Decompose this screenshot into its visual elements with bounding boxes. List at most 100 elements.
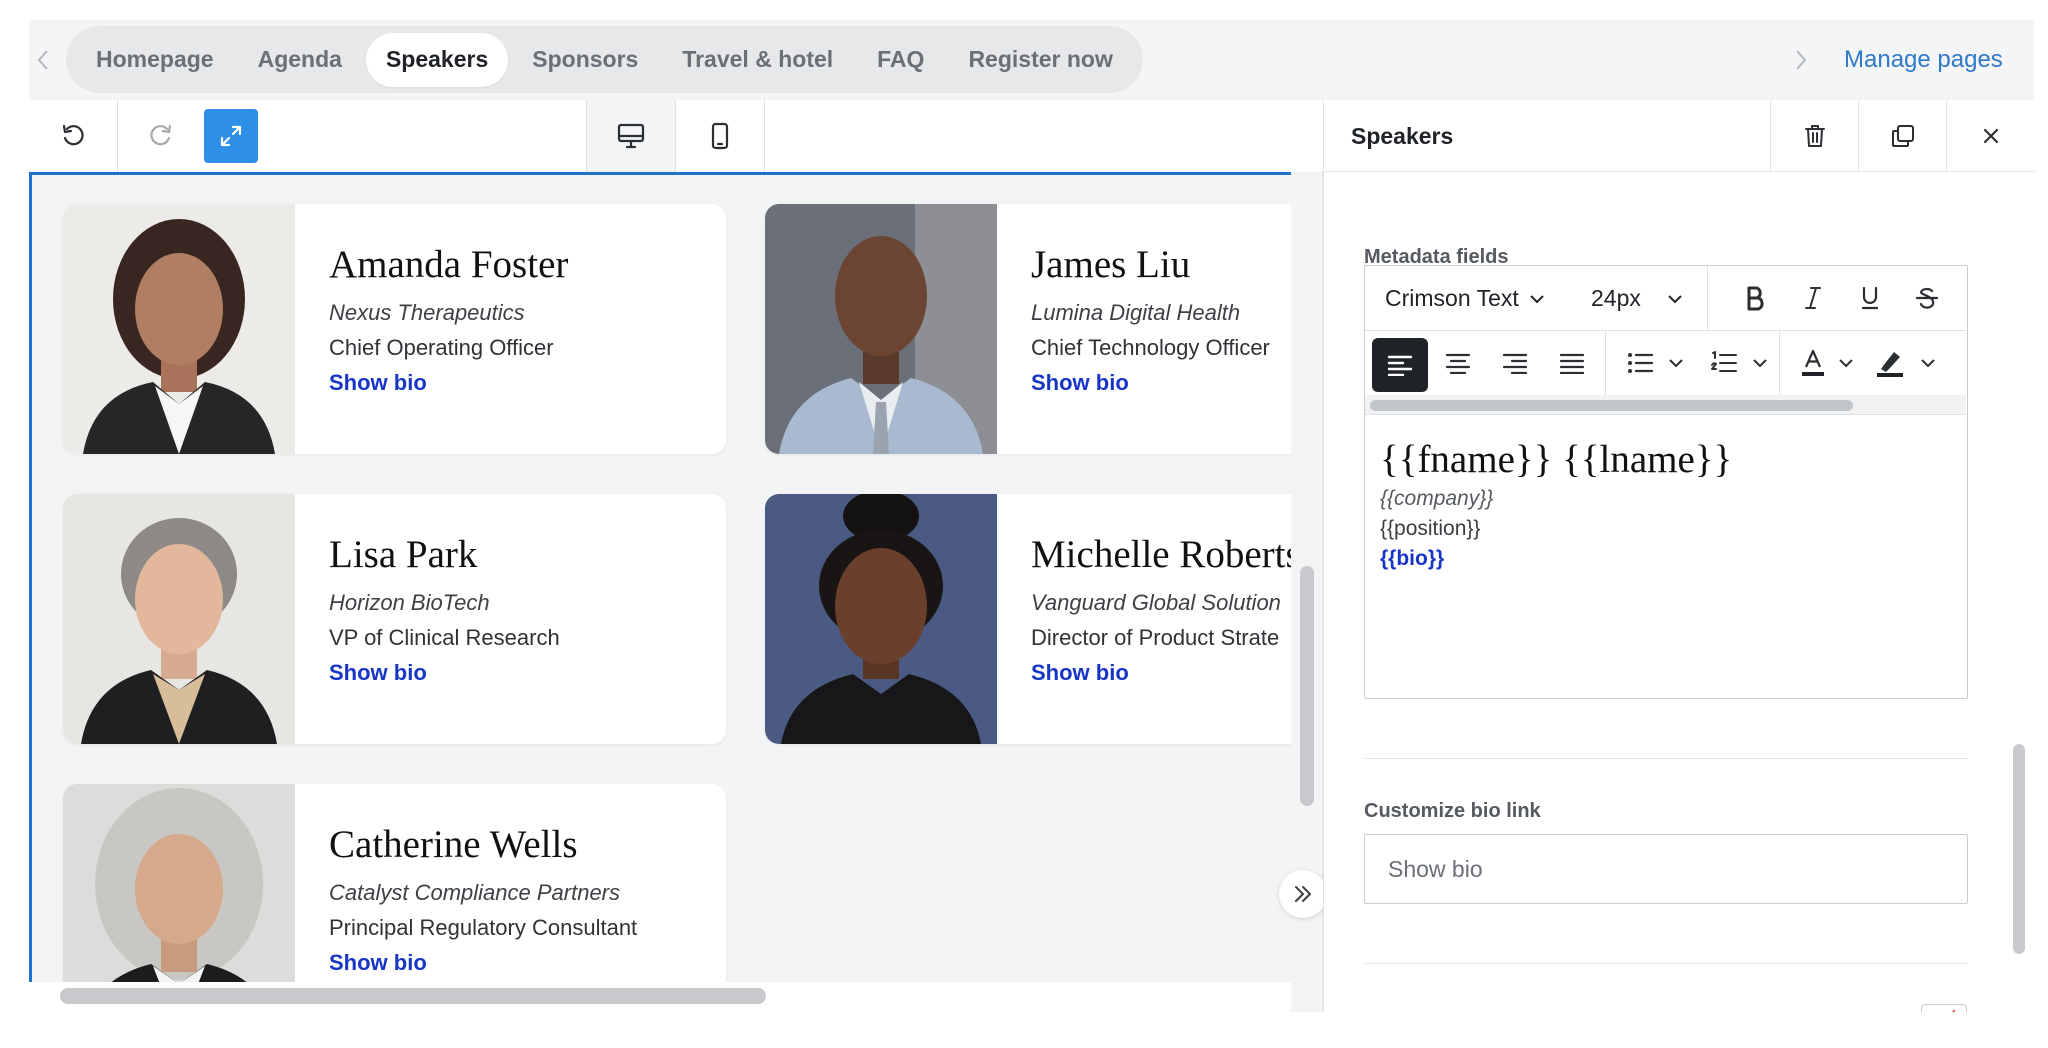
undo-icon — [62, 124, 84, 146]
editor-divider — [1779, 331, 1780, 395]
speaker-info: Amanda Foster Nexus Therapeutics Chief O… — [329, 242, 726, 400]
editor-toolbar-scroll-track — [1365, 395, 1966, 415]
speaker-info: Catherine Wells Catalyst Compliance Part… — [329, 822, 726, 980]
rich-text-editor: Crimson Text 24px {{fname}} {{lname}} {{… — [1364, 265, 1968, 699]
bullet-list-dropdown[interactable] — [1665, 338, 1687, 388]
font-size-select[interactable]: 24px — [1591, 266, 1683, 331]
numbered-list-button[interactable] — [1699, 338, 1749, 388]
speaker-card[interactable]: Catherine Wells Catalyst Compliance Part… — [63, 784, 726, 982]
justify-button[interactable] — [1547, 338, 1597, 388]
double-chevron-right-icon — [1295, 886, 1311, 902]
speaker-card[interactable]: Amanda Foster Nexus Therapeutics Chief O… — [63, 204, 726, 454]
panel-scrollbar[interactable] — [2013, 744, 2025, 954]
desktop-view-button[interactable] — [587, 100, 675, 172]
speaker-name: James Liu — [1031, 243, 1191, 286]
bold-button[interactable] — [1731, 273, 1781, 323]
page-canvas: Amanda Foster Nexus Therapeutics Chief O… — [29, 172, 1291, 982]
speaker-position: Chief Technology Officer — [1031, 335, 1270, 360]
page-builder: Homepage Agenda Speakers Sponsors Travel… — [29, 20, 2035, 1032]
redo-button[interactable] — [118, 100, 204, 172]
highlight-icon — [1877, 352, 1903, 377]
color-swatch[interactable] — [1921, 1004, 1967, 1012]
close-icon — [1983, 128, 1998, 144]
panel-title: Speakers — [1351, 123, 1454, 149]
fullscreen-button[interactable] — [204, 109, 258, 163]
speaker-company: Catalyst Compliance Partners — [329, 880, 621, 905]
tab-speakers[interactable]: Speakers — [365, 32, 509, 87]
chevron-down-icon — [1668, 294, 1682, 303]
italic-icon — [1805, 287, 1821, 309]
justify-icon — [1559, 353, 1585, 374]
show-bio-link[interactable]: Show bio — [329, 946, 726, 980]
chevron-down-icon — [1669, 359, 1683, 368]
speaker-card[interactable]: Michelle Roberts Vanguard Global Solutio… — [765, 494, 1291, 744]
highlight-button[interactable] — [1865, 338, 1915, 388]
bullet-list-button[interactable] — [1615, 338, 1665, 388]
desktop-icon — [617, 123, 645, 149]
italic-button[interactable] — [1788, 273, 1838, 323]
chevron-down-icon — [1921, 359, 1935, 368]
align-left-icon — [1387, 355, 1413, 376]
tab-travel-hotel[interactable]: Travel & hotel — [662, 33, 853, 87]
tab-sponsors[interactable]: Sponsors — [512, 33, 658, 87]
speaker-card[interactable]: James Liu Lumina Digital Health Chief Te… — [765, 204, 1291, 454]
template-company-field: {{company}} — [1380, 487, 1494, 510]
bio-link-input[interactable] — [1364, 834, 1968, 904]
numbered-list-dropdown[interactable] — [1749, 338, 1771, 388]
chevron-down-icon — [1839, 359, 1853, 368]
panel-header: Speakers — [1324, 100, 2035, 172]
speaker-company: Horizon BioTech — [329, 590, 490, 615]
speaker-position: Director of Product Strate — [1031, 625, 1280, 650]
numbered-list-icon — [1711, 351, 1737, 372]
tab-register-now[interactable]: Register now — [948, 33, 1132, 87]
template-position-field: {{position}} — [1380, 517, 1481, 540]
close-button[interactable] — [1946, 100, 2034, 172]
bullet-list-icon — [1628, 353, 1654, 373]
bold-icon — [1747, 286, 1764, 311]
tab-faq[interactable]: FAQ — [857, 33, 944, 87]
editor-divider — [1707, 266, 1708, 331]
mobile-view-button[interactable] — [676, 100, 764, 172]
speaker-name: Amanda Foster — [329, 243, 569, 286]
align-center-icon — [1445, 353, 1471, 374]
align-right-icon — [1502, 353, 1528, 374]
align-center-button[interactable] — [1433, 338, 1483, 388]
undo-button[interactable] — [29, 100, 117, 172]
speaker-card[interactable]: Lisa Park Horizon BioTech VP of Clinical… — [63, 494, 726, 744]
font-size-value: 24px — [1591, 285, 1641, 311]
editor-toolbar-row: Crimson Text 24px — [1365, 266, 1966, 331]
tab-agenda[interactable]: Agenda — [238, 33, 362, 87]
duplicate-button[interactable] — [1858, 100, 1946, 172]
vertical-scrollbar[interactable] — [1300, 566, 1314, 806]
scroll-right-icon[interactable] — [1791, 44, 1811, 76]
expand-icon — [220, 125, 242, 147]
align-left-button[interactable] — [1372, 338, 1428, 392]
section-divider — [1364, 963, 1968, 964]
properties-panel: Speakers Metadata fields Crimson Text 24… — [1323, 100, 2035, 1012]
manage-pages-link[interactable]: Manage pages — [1844, 46, 2003, 74]
text-color-button[interactable] — [1788, 338, 1838, 388]
show-bio-link[interactable]: Show bio — [1031, 656, 1291, 690]
editor-toolbar-row — [1365, 331, 1966, 395]
text-color-icon — [1802, 349, 1824, 376]
delete-button[interactable] — [1770, 100, 1858, 172]
toolbar-divider — [764, 100, 765, 172]
editor-toolbar — [29, 100, 1323, 172]
collapse-panel-button[interactable] — [1279, 870, 1327, 918]
speaker-name: Michelle Roberts — [1031, 533, 1291, 576]
underline-button[interactable] — [1845, 273, 1895, 323]
editor-content[interactable]: {{fname}} {{lname}} {{company}} {{positi… — [1380, 436, 1950, 574]
speaker-info: Michelle Roberts Vanguard Global Solutio… — [1031, 532, 1291, 690]
strikethrough-button[interactable] — [1902, 273, 1952, 323]
horizontal-scrollbar[interactable] — [60, 988, 766, 1004]
scroll-left-icon[interactable] — [33, 44, 53, 76]
text-color-dropdown[interactable] — [1835, 338, 1857, 388]
highlight-dropdown[interactable] — [1917, 338, 1939, 388]
align-right-button[interactable] — [1490, 338, 1540, 388]
editor-toolbar-scrollbar[interactable] — [1370, 400, 1853, 411]
show-bio-link[interactable]: Show bio — [329, 656, 726, 690]
show-bio-link[interactable]: Show bio — [1031, 366, 1291, 400]
font-family-select[interactable]: Crimson Text — [1385, 266, 1545, 331]
tab-homepage[interactable]: Homepage — [76, 33, 234, 87]
show-bio-link[interactable]: Show bio — [329, 366, 726, 400]
